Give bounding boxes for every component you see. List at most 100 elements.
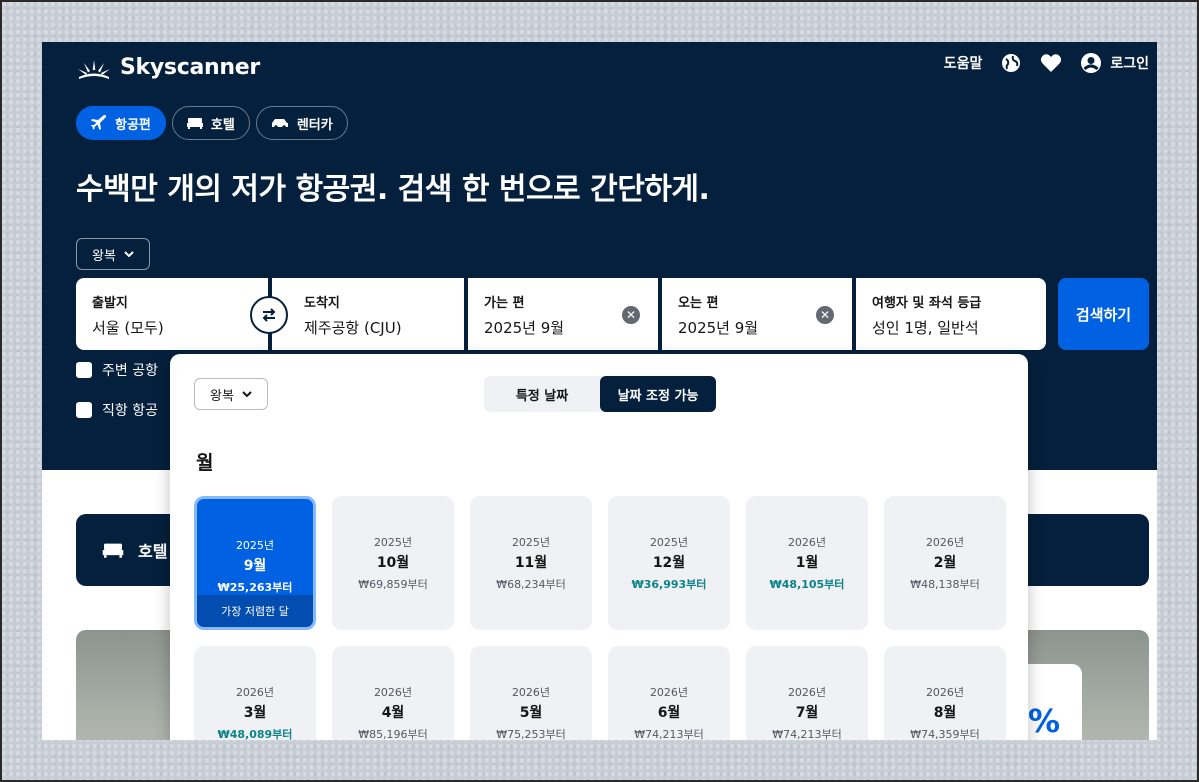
month-card[interactable]: 2025년 11월 ₩68,234부터 (470, 496, 592, 630)
month-year: 2026년 (925, 686, 965, 699)
flexible-dates-tab[interactable]: 날짜 조정 가능 (600, 376, 716, 412)
checkbox-box[interactable] (76, 402, 92, 418)
clear-return-icon[interactable]: ✕ (816, 306, 834, 324)
month-price: ₩74,213부터 (634, 728, 704, 740)
month-name: 9월 (243, 558, 267, 574)
return-date-field[interactable]: 오는 편 2025년 9월 ✕ (662, 278, 852, 350)
direct-flights-checkbox[interactable]: 직항 항공 (76, 400, 158, 420)
origin-field[interactable]: 출발지 서울 (모두) (76, 278, 268, 350)
swap-arrows-icon (262, 308, 276, 322)
month-card[interactable]: 2026년 3월 ₩48,089부터 (194, 646, 316, 740)
globe-icon[interactable] (1000, 52, 1022, 74)
specific-dates-tab[interactable]: 특정 날짜 (484, 376, 600, 412)
month-name: 12월 (652, 555, 686, 571)
trip-type-value: 왕복 (92, 248, 116, 264)
month-year: 2025년 (511, 536, 551, 549)
month-card[interactable]: 2026년 5월 ₩75,253부터 (470, 646, 592, 740)
month-price: ₩69,859부터 (358, 578, 428, 591)
month-card[interactable]: 2026년 8월 ₩74,359부터 (884, 646, 1006, 740)
month-year: 2026년 (235, 686, 275, 699)
skyscanner-logo[interactable]: Skyscanner (76, 52, 260, 82)
depart-label: 가는 편 (484, 296, 525, 311)
month-card[interactable]: 2026년 1월 ₩48,105부터 (746, 496, 868, 630)
travelers-value: 성인 1명, 일반석 (872, 319, 979, 337)
tab-label: 항공편 (115, 117, 151, 133)
month-price: ₩68,234부터 (496, 578, 566, 591)
car-icon (271, 119, 288, 129)
sunrise-logo-icon (78, 60, 110, 79)
month-card[interactable]: 2026년 4월 ₩85,196부터 (332, 646, 454, 740)
airplane-icon (91, 115, 107, 130)
month-price: ₩48,105부터 (769, 578, 845, 591)
logo-text: Skyscanner (120, 54, 260, 80)
nearby-airports-checkbox[interactable]: 주변 공항 (76, 360, 158, 380)
login-button[interactable]: 로그인 (1080, 52, 1149, 74)
destination-label: 도착지 (304, 296, 340, 311)
month-card[interactable]: 2025년 9월 ₩25,263부터 가장 저렴한 달 (194, 496, 316, 630)
heart-icon[interactable] (1040, 52, 1062, 74)
origin-value: 서울 (모두) (92, 319, 164, 337)
month-name: 11월 (514, 555, 548, 571)
month-year: 2026년 (511, 686, 551, 699)
destination-field[interactable]: 도착지 제주공항 (CJU) (272, 278, 464, 350)
login-label: 로그인 (1110, 56, 1149, 72)
depart-date-field[interactable]: 가는 편 2025년 9월 ✕ (468, 278, 658, 350)
clear-depart-icon[interactable]: ✕ (622, 306, 640, 324)
month-price: ₩74,213부터 (772, 728, 842, 740)
month-year: 2026년 (373, 686, 413, 699)
search-button[interactable]: 검색하기 (1058, 278, 1149, 350)
origin-label: 출발지 (92, 296, 128, 311)
month-price: ₩74,359부터 (910, 728, 980, 740)
month-card[interactable]: 2025년 12월 ₩36,993부터 (608, 496, 730, 630)
picker-trip-type-select[interactable]: 왕복 (194, 378, 268, 410)
bed-icon (186, 118, 203, 129)
checkbox-box[interactable] (76, 362, 92, 378)
direct-label: 직항 항공 (102, 403, 158, 419)
date-mode-toggle: 특정 날짜 날짜 조정 가능 (484, 376, 716, 412)
month-card[interactable]: 2026년 6월 ₩74,213부터 (608, 646, 730, 740)
hotel-banner-label: 호텔 (138, 542, 168, 561)
travelers-label: 여행자 및 좌석 등급 (872, 296, 982, 311)
month-card[interactable]: 2025년 10월 ₩69,859부터 (332, 496, 454, 630)
swap-button[interactable] (250, 296, 288, 334)
return-label: 오는 편 (678, 296, 719, 311)
month-name: 5월 (519, 705, 543, 721)
month-card[interactable]: 2026년 2월 ₩48,138부터 (884, 496, 1006, 630)
trip-type-select[interactable]: 왕복 (76, 238, 150, 270)
month-price: ₩25,263부터 (217, 581, 293, 594)
destination-value: 제주공항 (CJU) (304, 319, 402, 337)
help-link[interactable]: 도움말 (944, 53, 983, 73)
month-grid: 2025년 9월 ₩25,263부터 가장 저렴한 달 2025년 10월 ₩69,859부… (194, 496, 1006, 740)
user-avatar-icon (1081, 53, 1102, 73)
cheapest-month-tag: 가장 저렴한 달 (197, 595, 313, 627)
tab-hotels[interactable]: 호텔 (171, 106, 250, 140)
percent-symbol: % (1028, 702, 1061, 740)
tab-label: 호텔 (210, 117, 235, 133)
skyscanner-page: Skyscanner 도움말 로그인 항공편 호텔 렌터카 수백만 개의 저가 … (42, 42, 1157, 740)
month-year: 2026년 (787, 536, 827, 549)
page-headline: 수백만 개의 저가 항공권. 검색 한 번으로 간단하게. (76, 172, 710, 207)
date-picker-dropdown: 왕복 특정 날짜 날짜 조정 가능 월 2025년 9월 ₩25,263부터 가장 저… (170, 354, 1028, 740)
tab-car-rental[interactable]: 렌터카 (255, 106, 348, 140)
tab-flights[interactable]: 항공편 (76, 106, 166, 140)
top-nav: 도움말 로그인 (944, 52, 1149, 74)
tab-label: 렌터카 (296, 117, 333, 133)
month-year: 2026년 (925, 536, 965, 549)
month-name: 1월 (795, 555, 819, 571)
month-name: 4월 (381, 705, 405, 721)
chevron-down-icon (124, 251, 134, 257)
travelers-field[interactable]: 여행자 및 좌석 등급 성인 1명, 일반석 (856, 278, 1046, 350)
month-year: 2025년 (649, 536, 689, 549)
month-name: 3월 (243, 705, 267, 721)
return-value: 2025년 9월 (678, 319, 759, 337)
month-card[interactable]: 2026년 7월 ₩74,213부터 (746, 646, 868, 740)
month-year: 2025년 (373, 536, 413, 549)
month-price: ₩36,993부터 (631, 578, 707, 591)
months-section-title: 월 (196, 452, 214, 474)
month-name: 7월 (795, 705, 819, 721)
month-name: 6월 (657, 705, 681, 721)
bed-icon (102, 543, 124, 558)
month-price: ₩48,089부터 (217, 728, 293, 740)
chevron-down-icon (242, 391, 252, 397)
month-price: ₩48,138부터 (910, 578, 980, 591)
